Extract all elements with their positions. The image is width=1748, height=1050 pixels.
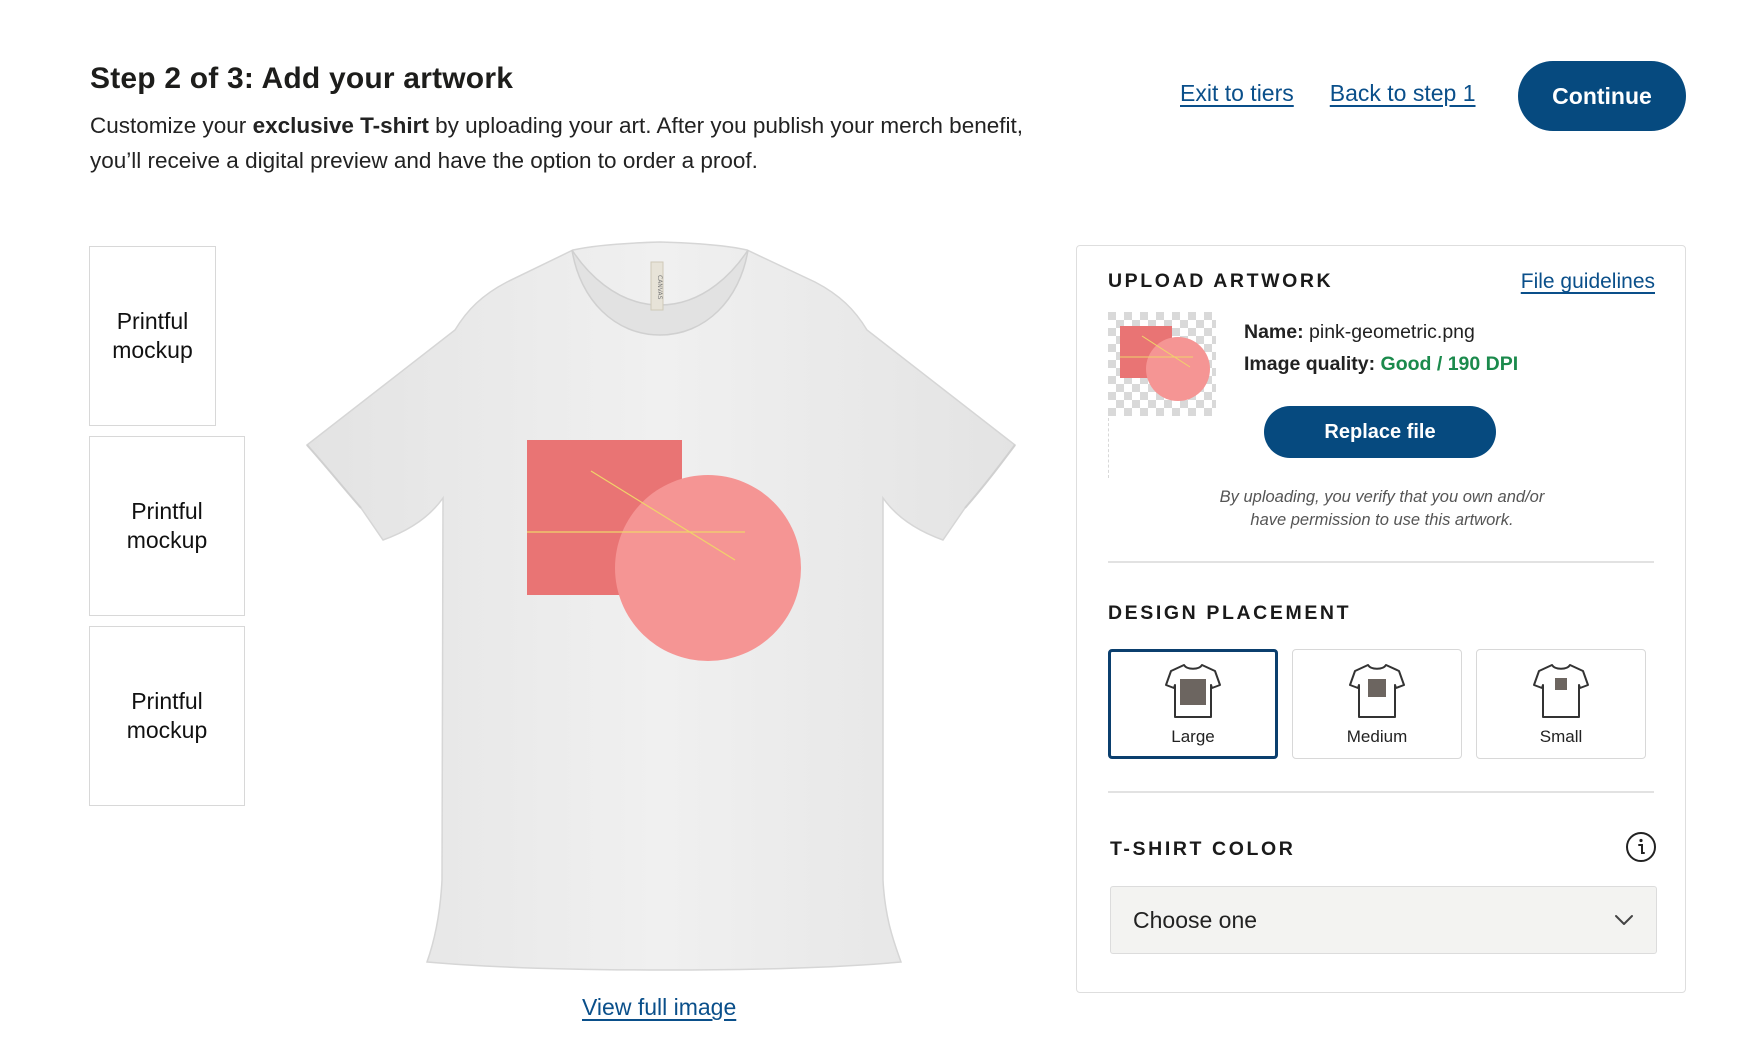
placement-option-medium[interactable]: Medium — [1292, 649, 1462, 759]
file-info: Name: pink-geometric.png Image quality: … — [1244, 316, 1518, 380]
view-full-image-link[interactable]: View full image — [582, 994, 736, 1021]
placement-option-large[interactable]: Large — [1108, 649, 1278, 759]
tshirt-medium-icon — [1349, 664, 1405, 718]
upload-artwork-heading: UPLOAD ARTWORK — [1108, 270, 1334, 292]
placement-option-label: Small — [1539, 727, 1583, 746]
placement-option-small[interactable]: Small — [1476, 649, 1646, 759]
exit-to-tiers-link[interactable]: Exit to tiers — [1180, 80, 1294, 107]
tshirt-color-select-value: Choose one — [1133, 906, 1258, 933]
desc-bold: exclusive T-shirt — [252, 113, 429, 138]
page-header: Step 2 of 3: Add your artwork Customize … — [90, 62, 1090, 178]
mockup-thumbnail-3[interactable]: Printful mockup — [89, 626, 245, 806]
settings-panel: UPLOAD ARTWORK File guidelines Name: pin… — [1076, 245, 1686, 993]
mockup-thumbnail-2[interactable]: Printful mockup — [89, 436, 245, 616]
image-quality-label: Image quality: — [1244, 353, 1376, 375]
artwork-thumbnail — [1108, 312, 1216, 416]
section-divider — [1108, 791, 1654, 793]
file-name-value: pink-geometric.png — [1309, 321, 1475, 343]
page-description: Customize your exclusive T-shirt by uplo… — [90, 108, 1080, 178]
tshirt-large-icon — [1165, 664, 1221, 718]
design-placement-heading: DESIGN PLACEMENT — [1108, 602, 1352, 624]
page-title: Step 2 of 3: Add your artwork — [90, 62, 514, 95]
mockup-thumbnails: Printful mockup Printful mockup Printful… — [89, 246, 245, 816]
info-icon[interactable] — [1625, 831, 1657, 863]
file-guidelines-link[interactable]: File guidelines — [1521, 270, 1655, 294]
section-divider — [1108, 561, 1654, 563]
chevron-down-icon — [1615, 915, 1633, 925]
tshirt-tag-text: CANVAS — [656, 275, 663, 300]
disclaimer-line-1: By uploading, you verify that you own an… — [1219, 488, 1545, 506]
upload-disclaimer: By uploading, you verify that you own an… — [1177, 486, 1587, 532]
header-nav: Exit to tiers Back to step 1 — [1180, 80, 1476, 107]
continue-button[interactable]: Continue — [1518, 61, 1686, 131]
back-to-step-1-link[interactable]: Back to step 1 — [1330, 80, 1476, 107]
tshirt-color-select[interactable]: Choose one — [1110, 886, 1657, 954]
replace-file-button[interactable]: Replace file — [1264, 406, 1496, 458]
placement-options: Large Medium Small — [1108, 649, 1646, 759]
tshirt-mockup-image: CANVAS — [305, 241, 1017, 971]
artwork-thumbnail-divider — [1108, 418, 1109, 478]
tshirt-small-icon — [1533, 664, 1589, 718]
shirt-preview: CANVAS — [295, 240, 1035, 980]
placement-option-label: Medium — [1346, 727, 1408, 746]
mockup-thumbnail-1[interactable]: Printful mockup — [89, 246, 216, 426]
disclaimer-line-2: have permission to use this artwork. — [1250, 511, 1514, 529]
file-name-row: Name: pink-geometric.png — [1244, 316, 1518, 348]
placement-option-label: Large — [1171, 727, 1215, 746]
image-quality-value: Good / 190 DPI — [1380, 353, 1519, 375]
image-quality-row: Image quality: Good / 190 DPI — [1244, 348, 1518, 380]
tshirt-color-heading: T-SHIRT COLOR — [1110, 838, 1296, 860]
desc-prefix: Customize your — [90, 113, 253, 138]
file-name-label: Name: — [1244, 321, 1304, 343]
